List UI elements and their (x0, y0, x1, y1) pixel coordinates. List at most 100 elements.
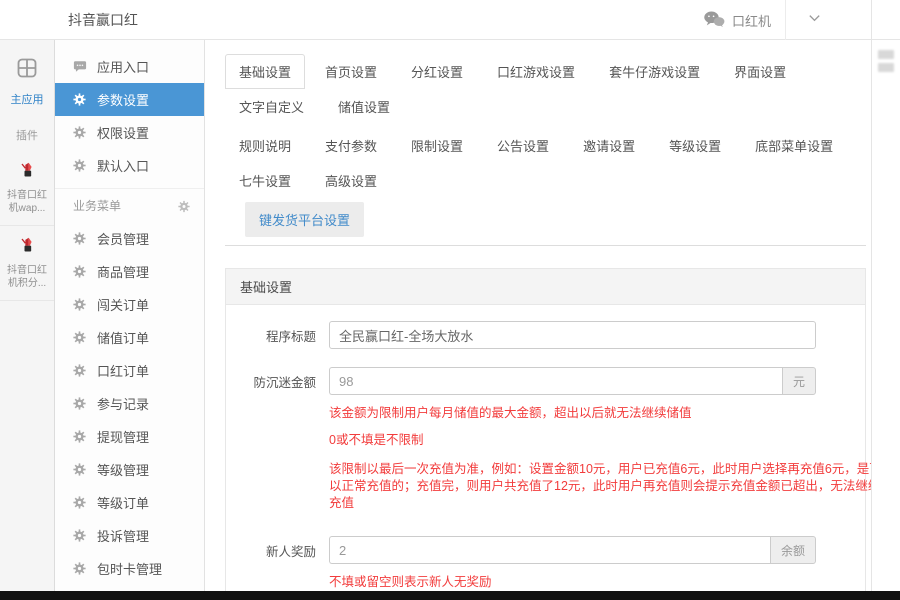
chat-icon (73, 60, 87, 74)
tab-规则说明[interactable]: 规则说明 (225, 128, 305, 163)
tab-支付参数[interactable]: 支付参数 (311, 128, 391, 163)
shell: 主应用 插件 抖音口红 机wap... 抖音口红 机积分... 应用入口 参数设置 … (0, 40, 900, 600)
sidebar-item-main-app[interactable]: 主应用 (0, 52, 54, 117)
sidebar-item-储值订单[interactable]: 储值订单 (55, 321, 204, 354)
tab-邀请设置[interactable]: 邀请设置 (569, 128, 649, 163)
sidebar-item-等级管理[interactable]: 等级管理 (55, 453, 204, 486)
tab-首页设置[interactable]: 首页设置 (311, 54, 391, 89)
anti-addiction-hint-1: 该金额为限制用户每月储值的最大金额，超出以后就无法继续储值 (329, 406, 692, 420)
menu-item-label: 参与记录 (97, 397, 150, 412)
sidebar-item-商品管理[interactable]: 商品管理 (55, 255, 204, 288)
gear-icon (73, 232, 87, 246)
business-menu-section: 业务菜单 (55, 188, 204, 222)
gear-icon (73, 364, 87, 378)
sidebar-item-参与记录[interactable]: 参与记录 (55, 387, 204, 420)
tab-公告设置[interactable]: 公告设置 (483, 128, 563, 163)
sidebar-item-包时卡管理[interactable]: 包时卡管理 (55, 552, 204, 585)
newbie-reward-label: 新人奖励 (265, 544, 316, 559)
app-title: 抖音赢口红 (68, 11, 138, 28)
sidebar-item-闯关订单[interactable]: 闯关订单 (55, 288, 204, 321)
account-menu[interactable]: 口红机 (689, 0, 785, 40)
sidebar-item-投诉管理[interactable]: 投诉管理 (55, 519, 204, 552)
plugins-section-label: 插件 (16, 130, 38, 142)
settings-panel: 基础设置 程序标题 防沉迷金额 元 (225, 268, 871, 600)
sidebar-item-权限设置[interactable]: 权限设置 (55, 116, 204, 149)
tab-底部菜单设置[interactable]: 底部菜单设置 (741, 128, 847, 163)
anti-addiction-hint-3: 该限制以最后一次充值为准，例如：设置金额10元，用户已充值6元，此时用户选择再充… (329, 462, 871, 510)
main-content: 基础设置 首页设置 分红设置 口红游戏设置 套牛仔游戏设置 界面设置文字自定义 储值设置 规… (205, 40, 871, 600)
gear-icon (73, 265, 87, 279)
account-dropdown-toggle[interactable] (786, 0, 842, 40)
tab-文字自定义[interactable]: 文字自定义 (225, 89, 318, 124)
tab-七牛设置[interactable]: 七牛设置 (225, 163, 305, 198)
anti-addiction-hint-2: 0或不填是不限制 (329, 433, 424, 447)
tab-限制设置[interactable]: 限制设置 (397, 128, 477, 163)
app-logo-lipstick-icon (28, 7, 54, 33)
window-bottom-edge (0, 591, 900, 600)
menu-item-label: 口红订单 (97, 364, 150, 379)
illegible-text-fragment (878, 63, 894, 72)
plugin-lipstick-icon (17, 237, 37, 258)
menu-item-label: 权限设置 (97, 126, 150, 141)
sidebar-item-plugin[interactable]: 抖音口红 机wap... (0, 151, 54, 226)
tabs-row-1: 基础设置 首页设置 分红设置 口红游戏设置 套牛仔游戏设置 界面设置文字自定义 储值设置 (225, 54, 866, 124)
tab-储值设置[interactable]: 储值设置 (324, 89, 404, 124)
program-title-input[interactable] (329, 321, 816, 349)
gear-icon (73, 496, 87, 510)
sidebar-item-会员管理[interactable]: 会员管理 (55, 222, 204, 255)
sidebar-item-默认入口[interactable]: 默认入口 (55, 149, 204, 182)
plugin-lipstick-icon (17, 162, 37, 183)
menu-item-label: 等级订单 (97, 496, 150, 511)
anti-addiction-label: 防沉迷金额 (253, 375, 316, 390)
sidebar-item-提现管理[interactable]: 提现管理 (55, 420, 204, 453)
tab-界面设置[interactable]: 界面设置 (720, 54, 800, 89)
menu-item-label: 参数设置 (97, 93, 150, 108)
sidebar-item-等级订单[interactable]: 等级订单 (55, 486, 204, 519)
newbie-reward-hint: 不填或留空则表示新人无奖励 (329, 575, 492, 589)
sidebar-item-口红订单[interactable]: 口红订单 (55, 354, 204, 387)
menu-item-label: 提现管理 (97, 430, 150, 445)
tab-高级设置[interactable]: 高级设置 (311, 163, 391, 198)
gear-icon (73, 397, 87, 411)
right-edge-panel (871, 40, 900, 600)
anti-addiction-input[interactable] (329, 367, 782, 395)
gear-icon (73, 430, 87, 444)
gear-icon (73, 463, 87, 477)
tab-分红设置[interactable]: 分红设置 (397, 54, 477, 89)
tab-shipping-platform[interactable]: 键发货平台设置 (245, 202, 365, 237)
plugin-label: 抖音口红 机wap... (7, 190, 47, 214)
panel-body: 程序标题 防沉迷金额 元 该金额为限制用户每月储值的最大金额，超出以后就无 (226, 305, 871, 600)
newbie-reward-unit: 余额 (769, 536, 816, 564)
gear-icon (73, 126, 87, 140)
account-label: 口红机 (731, 13, 771, 29)
menu-item-label: 商品管理 (97, 265, 150, 280)
sidebar-item-应用入口[interactable]: 应用入口 (55, 50, 204, 83)
primary-sidebar: 主应用 插件 抖音口红 机wap... 抖音口红 机积分... (0, 40, 55, 600)
tab-基础设置[interactable]: 基础设置 (225, 54, 306, 89)
tabs-row-2: 规则说明 支付参数 限制设置 公告设置 邀请设置 等级设置 底部菜单设置七牛设置 高级设置 (225, 128, 866, 198)
tab-等级设置[interactable]: 等级设置 (655, 128, 735, 163)
menu-item-label: 投诉管理 (97, 529, 150, 544)
menu-item-label: 会员管理 (97, 232, 150, 247)
gear-icon (73, 331, 87, 345)
newbie-reward-input[interactable] (329, 536, 770, 564)
illegible-text-fragment (878, 50, 894, 59)
business-menu-label: 业务菜单 (73, 199, 122, 213)
field-anti-addiction: 防沉迷金额 元 (226, 367, 865, 395)
tab-套牛仔游戏设置[interactable]: 套牛仔游戏设置 (595, 54, 714, 89)
sidebar-item-plugin[interactable]: 抖音口红 机积分... (0, 226, 54, 301)
menu-item-label: 默认入口 (97, 159, 150, 174)
tab-口红游戏设置[interactable]: 口红游戏设置 (483, 54, 589, 89)
wechat-icon (703, 10, 725, 31)
chevron-down-icon (807, 10, 822, 30)
sidebar-item-参数设置[interactable]: 参数设置 (55, 83, 204, 116)
menu-item-label: 闯关订单 (97, 298, 150, 313)
section-gear-icon[interactable] (178, 200, 190, 212)
field-newbie-reward: 新人奖励 余额 (226, 536, 865, 564)
grid-icon (15, 58, 39, 84)
topbar-right: 口红机 (689, 0, 842, 40)
plugin-label: 抖音口红 机积分... (7, 265, 47, 289)
menu-item-label: 应用入口 (97, 60, 150, 75)
menu-item-label: 等级管理 (97, 463, 150, 478)
menu-item-label: 包时卡管理 (97, 562, 163, 577)
